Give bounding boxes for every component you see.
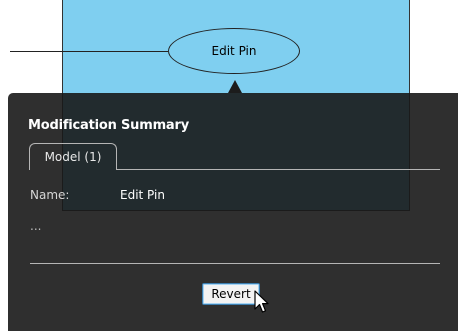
- more-indicator: ...: [30, 219, 42, 233]
- connector-edge[interactable]: [10, 51, 168, 52]
- mouse-pointer-icon: [254, 290, 269, 313]
- pin-label: Edit Pin: [211, 44, 257, 58]
- revert-button[interactable]: Revert: [202, 283, 260, 305]
- callout-pointer: [228, 80, 242, 93]
- edit-pin-ellipse[interactable]: Edit Pin: [168, 28, 300, 74]
- panel-title: Modification Summary: [28, 118, 189, 133]
- revert-button-label: Revert: [211, 287, 251, 301]
- name-field-label: Name:: [30, 188, 70, 202]
- tab-strip-divider: [117, 169, 440, 170]
- tab-model-label: Model (1): [44, 150, 102, 164]
- panel-separator: [30, 263, 440, 264]
- name-field-value: Edit Pin: [120, 188, 165, 202]
- tab-model[interactable]: Model (1): [29, 143, 117, 170]
